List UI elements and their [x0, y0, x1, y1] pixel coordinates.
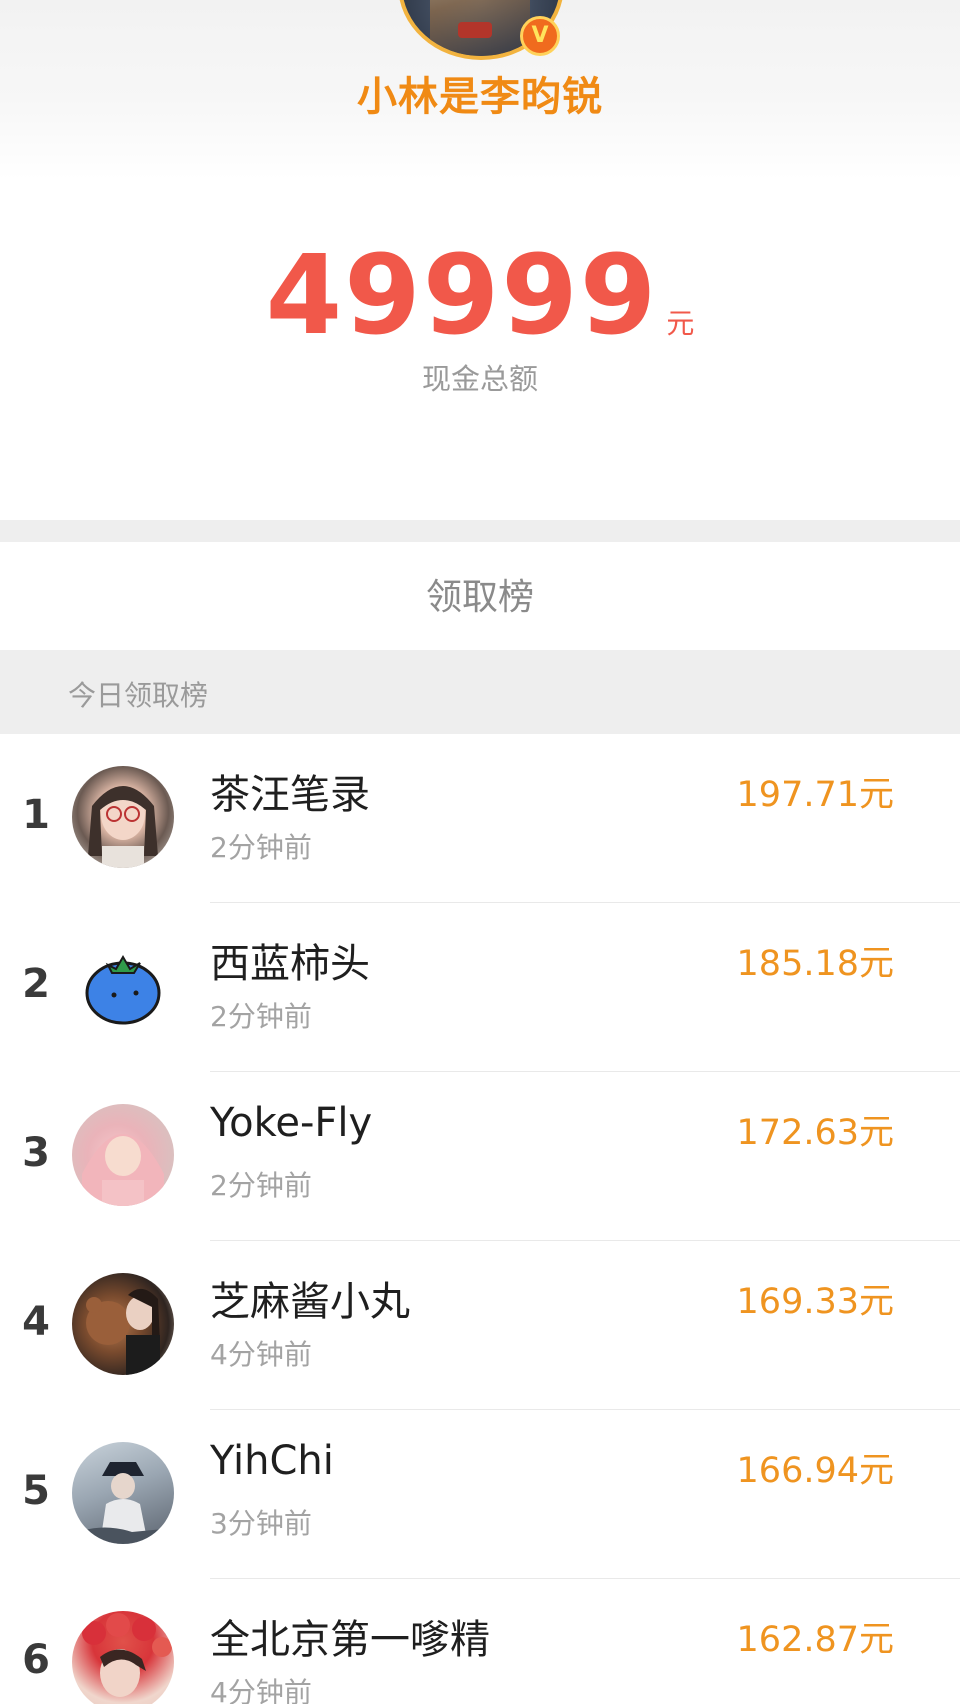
user-name: 茶汪笔录 [210, 772, 370, 818]
user-avatar[interactable] [72, 766, 174, 868]
leaderboard-title: 领取榜 [425, 577, 534, 618]
verified-v-icon: V [520, 16, 560, 56]
avatar-blue-tomato-icon [85, 955, 161, 1025]
avatar-hat-person-icon [72, 1462, 174, 1544]
section-divider [0, 520, 960, 542]
avatar-flower-crown-icon [82, 1613, 172, 1697]
avatar-teddy-bear-icon [86, 1288, 160, 1375]
claim-amount: 169.33元 [736, 1282, 894, 1322]
claim-amount: 162.87元 [736, 1620, 894, 1660]
profile-header: V 小林是李昀锐 [0, 0, 960, 180]
avatar-pink-hood-icon [82, 1134, 164, 1206]
rank-number: 3 [22, 1130, 50, 1176]
claim-amount: 197.71元 [736, 775, 894, 815]
user-name: 西蓝柿头 [210, 941, 370, 987]
list-item[interactable]: 6 全北京第一嗲精 4分钟前 162.87元 [0, 1579, 960, 1704]
avatar-accent [458, 22, 492, 38]
claim-time: 2分钟前 [210, 1169, 312, 1202]
claim-time: 3分钟前 [210, 1507, 312, 1540]
profile-username[interactable]: 小林是李昀锐 [0, 64, 960, 122]
list-item[interactable]: 2 西蓝柿头 2分钟前 185.18元 [0, 903, 960, 1072]
claim-time: 4分钟前 [210, 1676, 312, 1704]
cash-total: 49999 元 [0, 240, 960, 350]
user-name: Yoke-Fly [210, 1100, 373, 1146]
rank-number: 4 [22, 1299, 50, 1345]
claim-amount: 185.18元 [736, 944, 894, 984]
claim-amount: 166.94元 [736, 1451, 894, 1491]
today-section-header: 今日领取榜 [0, 650, 960, 734]
cash-total-unit: 元 [666, 307, 695, 340]
leaderboard-list: 1 茶汪笔录 2分钟前 197.71元 2 西蓝柿头 2分钟前 185.18元 … [0, 734, 960, 1704]
avatar-girl-glasses-icon [88, 786, 158, 868]
list-item[interactable]: 5 YihChi 3分钟前 166.94元 [0, 1410, 960, 1579]
rank-number: 2 [22, 961, 50, 1007]
rank-number: 1 [22, 792, 50, 838]
claim-time: 4分钟前 [210, 1338, 312, 1371]
list-item[interactable]: 1 茶汪笔录 2分钟前 197.71元 [0, 734, 960, 903]
user-avatar[interactable] [72, 935, 174, 1037]
user-name: 全北京第一嗲精 [210, 1617, 490, 1663]
user-avatar[interactable] [72, 1442, 174, 1544]
list-item[interactable]: 4 芝麻酱小丸 4分钟前 169.33元 [0, 1241, 960, 1410]
list-item[interactable]: 3 Yoke-Fly 2分钟前 172.63元 [0, 1072, 960, 1241]
cash-total-amount: 49999 [265, 231, 659, 359]
today-section-label: 今日领取榜 [68, 679, 209, 712]
page: V 小林是李昀锐 49999 元 现金总额 领取榜 今日领取榜 1 茶汪笔录 2分… [0, 0, 960, 1704]
cash-total-label: 现金总额 [421, 362, 538, 396]
claim-amount: 172.63元 [736, 1113, 894, 1153]
user-avatar[interactable] [72, 1611, 174, 1704]
user-name: YihChi [210, 1438, 334, 1484]
claim-time: 2分钟前 [210, 1000, 312, 1033]
claim-time: 2分钟前 [210, 831, 312, 864]
user-avatar[interactable] [72, 1273, 174, 1375]
user-avatar[interactable] [72, 1104, 174, 1206]
rank-number: 6 [22, 1637, 50, 1683]
user-name: 芝麻酱小丸 [210, 1279, 410, 1325]
rank-number: 5 [22, 1468, 50, 1514]
